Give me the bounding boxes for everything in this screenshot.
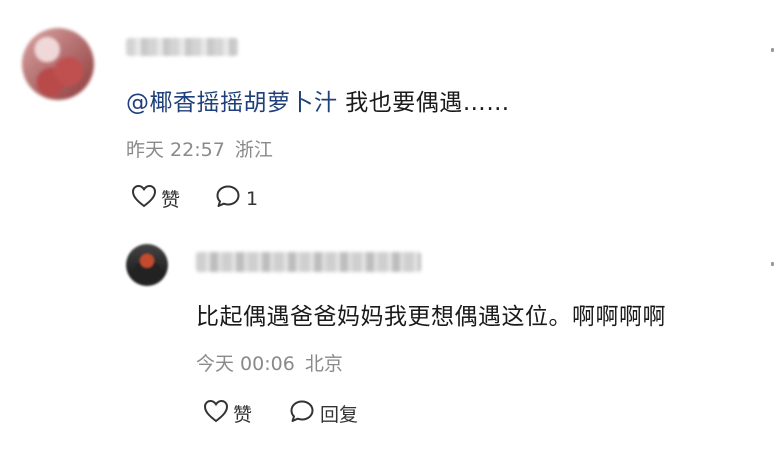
comment-meta: 昨天 22:57 浙江 bbox=[126, 135, 273, 162]
reply-button[interactable]: 回复 bbox=[288, 398, 358, 429]
avatar[interactable] bbox=[22, 28, 94, 100]
reply-count: 1 bbox=[246, 187, 259, 210]
reply-text: 比起偶遇爸爸妈妈我更想偶遇这位。啊啊啊啊 bbox=[196, 304, 666, 330]
reply-meta: 今天 00:06 北京 bbox=[196, 349, 343, 376]
comment-time: 昨天 22:57 bbox=[126, 139, 225, 161]
comment-text: @椰香摇摇胡萝卜汁 我也要偶遇…… bbox=[126, 83, 510, 117]
heart-icon bbox=[202, 398, 230, 429]
scroll-indicator bbox=[771, 262, 774, 266]
reply-avatar[interactable] bbox=[126, 244, 168, 286]
comment-count-button[interactable]: 1 bbox=[214, 183, 258, 214]
mention-link[interactable]: @椰香摇摇胡萝卜汁 bbox=[126, 90, 338, 116]
reply-like-button[interactable]: 赞 bbox=[202, 398, 252, 429]
reply-location: 北京 bbox=[304, 353, 343, 375]
speech-bubble-icon bbox=[288, 398, 316, 429]
like-label: 赞 bbox=[161, 189, 181, 211]
heart-icon bbox=[130, 183, 158, 214]
like-label: 赞 bbox=[233, 404, 253, 426]
reply-label: 回复 bbox=[320, 404, 359, 426]
comment-body: 我也要偶遇…… bbox=[337, 90, 510, 116]
speech-bubble-icon bbox=[214, 183, 242, 214]
reply-username-blurred[interactable] bbox=[196, 252, 421, 272]
comment-location: 浙江 bbox=[234, 139, 273, 161]
reply-time: 今天 00:06 bbox=[196, 353, 295, 375]
like-button[interactable]: 赞 bbox=[130, 183, 180, 214]
scroll-indicator bbox=[771, 48, 774, 52]
username-blurred[interactable] bbox=[126, 38, 238, 56]
